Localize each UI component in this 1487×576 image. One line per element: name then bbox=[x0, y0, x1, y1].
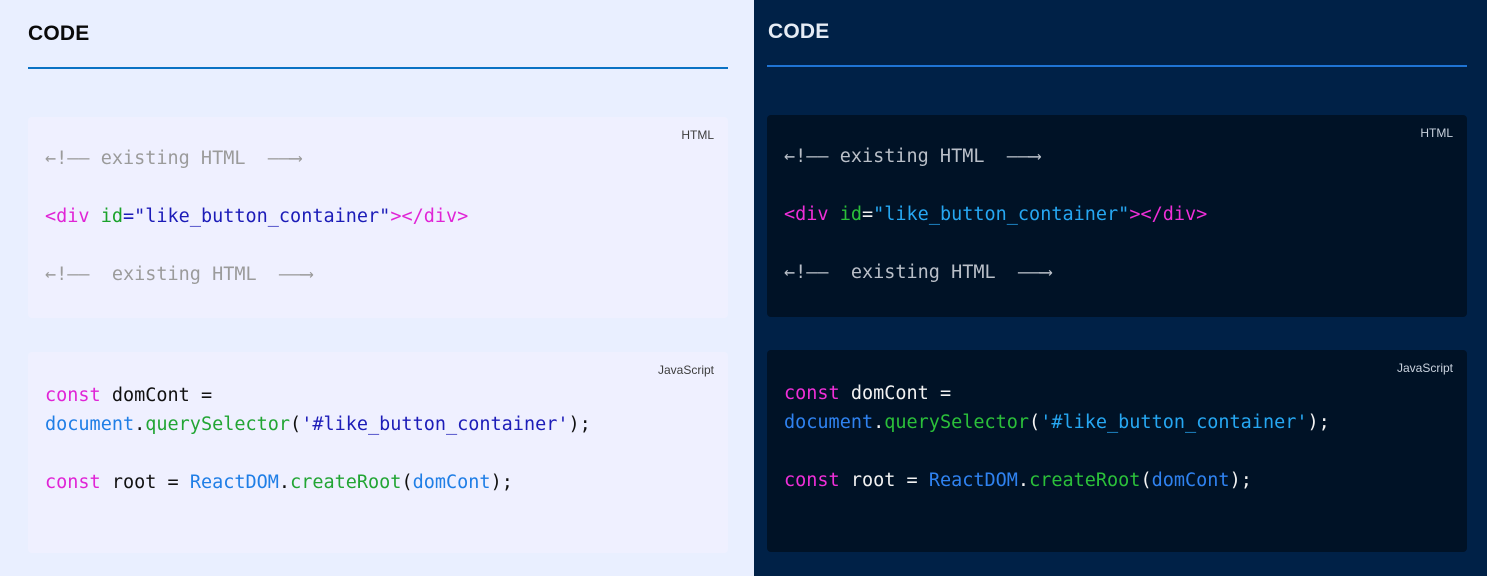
code-text: domCont = bbox=[100, 385, 213, 406]
string-literal: '#like_button_container' bbox=[301, 414, 569, 435]
tag-open: <div bbox=[784, 204, 840, 225]
attr-eq: = bbox=[122, 206, 135, 227]
code-line-1: const domCont = bbox=[45, 383, 212, 409]
code-line-div: <div id="like_button_container"></div> bbox=[784, 202, 1207, 228]
function-name: createRoot bbox=[290, 472, 402, 493]
code-comment: ←!—— existing HTML ——⟶ bbox=[784, 146, 1041, 167]
attr-value: "like_button_container" bbox=[134, 206, 391, 227]
keyword-const: const bbox=[784, 383, 840, 404]
heading-divider bbox=[767, 65, 1467, 67]
language-label: HTML bbox=[1420, 126, 1453, 140]
attr-name: id bbox=[100, 206, 123, 227]
object-name: document bbox=[784, 412, 874, 433]
paren-open: ( bbox=[1140, 470, 1152, 491]
language-label: JavaScript bbox=[657, 363, 714, 377]
string-literal: '#like_button_container' bbox=[1040, 412, 1308, 433]
code-line-3: const root = ReactDOM.createRoot(domCont… bbox=[784, 468, 1252, 494]
object-name: ReactDOM bbox=[189, 472, 279, 493]
js-code-block[interactable]: JavaScript const domCont = document.quer… bbox=[28, 352, 728, 553]
keyword-const: const bbox=[45, 385, 101, 406]
code-comment: ←!—— existing HTML ——⟶ bbox=[45, 264, 313, 285]
paren-close: ); bbox=[1229, 470, 1252, 491]
function-name: querySelector bbox=[884, 412, 1030, 433]
js-code-block[interactable]: JavaScript const domCont = document.quer… bbox=[767, 350, 1467, 552]
argument-name: domCont bbox=[1151, 470, 1230, 491]
dot: . bbox=[873, 412, 885, 433]
language-label: JavaScript bbox=[1396, 361, 1453, 375]
attr-eq: = bbox=[861, 204, 874, 225]
paren-open: ( bbox=[401, 472, 413, 493]
light-theme-panel: CODE HTML ←!—— existing HTML ——⟶ <div id… bbox=[0, 0, 754, 576]
code-line-2: document.querySelector('#like_button_con… bbox=[784, 410, 1330, 436]
attr-name: id bbox=[839, 204, 862, 225]
keyword-const: const bbox=[45, 472, 101, 493]
paren-open: ( bbox=[290, 414, 302, 435]
tag-close: ></div> bbox=[1129, 204, 1208, 225]
function-name: createRoot bbox=[1029, 470, 1141, 491]
code-line-div: <div id="like_button_container"></div> bbox=[45, 204, 468, 230]
dot: . bbox=[1017, 470, 1030, 491]
code-comment: ←!—— existing HTML ——⟶ bbox=[784, 262, 1052, 283]
html-code-block[interactable]: HTML ←!—— existing HTML ——⟶ <div id="lik… bbox=[767, 115, 1467, 317]
dark-theme-panel: CODE HTML ←!—— existing HTML ——⟶ <div id… bbox=[754, 0, 1487, 576]
language-label: HTML bbox=[681, 128, 714, 142]
code-line-1: const domCont = bbox=[784, 381, 951, 407]
code-text: root = bbox=[100, 472, 190, 493]
code-comment: ←!—— existing HTML ——⟶ bbox=[45, 148, 302, 169]
keyword-const: const bbox=[784, 470, 840, 491]
paren-close: ); bbox=[490, 472, 513, 493]
argument-name: domCont bbox=[412, 472, 491, 493]
dot: . bbox=[134, 414, 146, 435]
paren-close: ); bbox=[1307, 412, 1330, 433]
section-heading: CODE bbox=[28, 22, 90, 45]
object-name: ReactDOM bbox=[928, 470, 1018, 491]
code-line-3: const root = ReactDOM.createRoot(domCont… bbox=[45, 470, 513, 496]
paren-close: ); bbox=[568, 414, 591, 435]
html-code-block[interactable]: HTML ←!—— existing HTML ——⟶ <div id="lik… bbox=[28, 117, 728, 318]
attr-value: "like_button_container" bbox=[873, 204, 1130, 225]
object-name: document bbox=[45, 414, 135, 435]
code-text: root = bbox=[839, 470, 929, 491]
tag-close: ></div> bbox=[390, 206, 469, 227]
code-text: domCont = bbox=[839, 383, 952, 404]
function-name: querySelector bbox=[145, 414, 291, 435]
paren-open: ( bbox=[1029, 412, 1041, 433]
dot: . bbox=[278, 472, 291, 493]
heading-divider bbox=[28, 67, 728, 69]
section-heading: CODE bbox=[768, 20, 830, 43]
code-line-2: document.querySelector('#like_button_con… bbox=[45, 412, 591, 438]
tag-open: <div bbox=[45, 206, 101, 227]
